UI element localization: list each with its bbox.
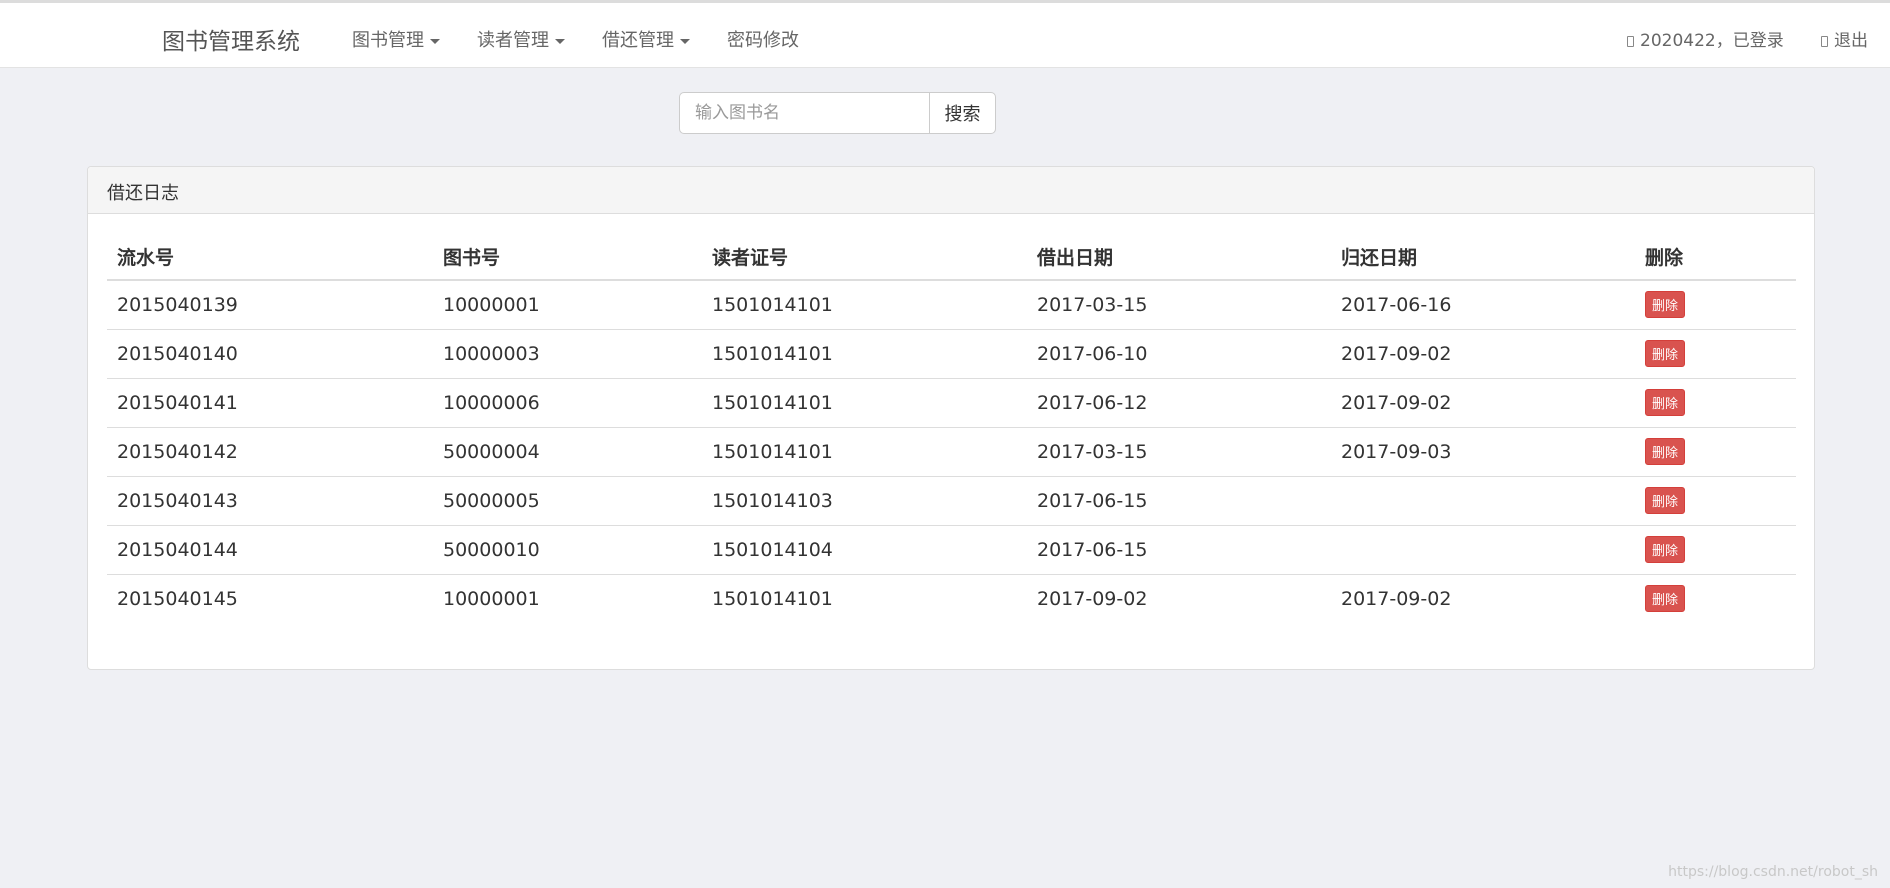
cell-reader-id: 1501014101 xyxy=(702,378,1027,428)
cell-serial: 2015040142 xyxy=(107,427,433,477)
logout-link[interactable]: 退出 xyxy=(1821,26,1868,51)
col-book-id: 图书号 xyxy=(433,234,702,281)
table-row: 2015040139 10000001 1501014101 2017-03-1… xyxy=(107,280,1796,330)
cell-delete: 删除 xyxy=(1635,476,1796,526)
cell-book-id: 10000003 xyxy=(433,329,702,379)
search-input[interactable] xyxy=(679,92,929,134)
cell-delete: 删除 xyxy=(1635,574,1796,623)
table-row: 2015040141 10000006 1501014101 2017-06-1… xyxy=(107,378,1796,428)
nav-reader-management-label: 读者管理 xyxy=(477,30,549,51)
search-button[interactable]: 搜索 xyxy=(929,92,996,134)
cell-serial: 2015040145 xyxy=(117,587,238,610)
lend-log-table-wrap: 流水号 图书号 读者证号 借出日期 归还日期 删除 2015040139 100… xyxy=(107,234,1796,623)
cell-lend-date: 2017-06-12 xyxy=(1027,378,1331,428)
cell-delete: 删除 xyxy=(1635,427,1796,477)
cell-return-date: 2017-09-02 xyxy=(1341,587,1452,610)
cell-serial: 2015040139 xyxy=(107,280,433,330)
cell-delete: 删除 xyxy=(1635,329,1796,379)
lend-log-table: 流水号 图书号 读者证号 借出日期 归还日期 删除 2015040139 100… xyxy=(107,234,1796,623)
caret-down-icon xyxy=(430,38,440,44)
user-icon xyxy=(1627,36,1634,47)
cell-reader-id: 1501014101 xyxy=(702,427,1027,477)
delete-button[interactable]: 删除 xyxy=(1645,340,1686,367)
cell-serial: 2015040144 xyxy=(107,525,433,575)
cell-return-date: 2017-09-02 xyxy=(1331,329,1635,379)
col-return-date: 归还日期 xyxy=(1331,234,1635,281)
nav-change-password-label: 密码修改 xyxy=(727,30,799,51)
cell-lend-date: 2017-03-15 xyxy=(1027,280,1331,330)
caret-down-icon xyxy=(555,38,565,44)
delete-button[interactable]: 删除 xyxy=(1645,389,1686,416)
cell-delete: 删除 xyxy=(1635,525,1796,575)
col-reader-id: 读者证号 xyxy=(702,234,1027,281)
col-lend-date: 借出日期 xyxy=(1027,234,1331,281)
nav-book-management-label: 图书管理 xyxy=(352,30,424,51)
table-row: 2015040140 10000003 1501014101 2017-06-1… xyxy=(107,329,1796,379)
caret-down-icon xyxy=(680,38,690,44)
delete-button[interactable]: 删除 xyxy=(1645,585,1686,613)
cell-reader-id: 1501014101 xyxy=(702,280,1027,330)
user-status[interactable]: 2020422，已登录 xyxy=(1627,26,1784,51)
cell-lend-date: 2017-06-10 xyxy=(1027,329,1331,379)
user-status-label: 2020422，已登录 xyxy=(1640,31,1784,51)
cell-book-id: 50000010 xyxy=(433,525,702,575)
delete-button[interactable]: 删除 xyxy=(1645,536,1686,563)
delete-button[interactable]: 删除 xyxy=(1645,487,1686,514)
nav-reader-management[interactable]: 读者管理 xyxy=(477,26,565,52)
table-header-row: 流水号 图书号 读者证号 借出日期 归还日期 删除 xyxy=(107,234,1796,281)
cell-serial: 2015040143 xyxy=(107,476,433,526)
search-bar: 搜索 xyxy=(679,92,996,134)
lend-log-panel: 借还日志 流水号 图书号 读者证号 借出日期 归还日期 删除 201504013… xyxy=(87,166,1815,670)
cell-reader-id: 1501014101 xyxy=(712,587,833,610)
delete-button[interactable]: 删除 xyxy=(1645,438,1686,465)
cell-lend-date: 2017-06-15 xyxy=(1027,476,1331,526)
cell-delete: 删除 xyxy=(1635,280,1796,330)
nav-change-password[interactable]: 密码修改 xyxy=(727,26,799,52)
cell-return-date: 2017-09-03 xyxy=(1331,427,1635,477)
cell-return-date: 2017-09-02 xyxy=(1331,378,1635,428)
cell-return-date xyxy=(1331,476,1635,526)
cell-serial: 2015040140 xyxy=(107,329,433,379)
cell-book-id: 50000004 xyxy=(433,427,702,477)
cell-return-date xyxy=(1331,525,1635,575)
cell-reader-id: 1501014101 xyxy=(702,329,1027,379)
cell-lend-date: 2017-03-15 xyxy=(1027,427,1331,477)
cell-reader-id: 1501014104 xyxy=(702,525,1027,575)
cell-lend-date: 2017-09-02 xyxy=(1037,587,1148,610)
cell-serial: 2015040141 xyxy=(107,378,433,428)
delete-button[interactable]: 删除 xyxy=(1645,291,1686,319)
brand[interactable]: 图书管理系统 xyxy=(162,22,300,56)
cell-book-id: 50000005 xyxy=(433,476,702,526)
cell-lend-date: 2017-06-15 xyxy=(1027,525,1331,575)
table-row: 2015040143 50000005 1501014103 2017-06-1… xyxy=(107,476,1796,526)
cell-book-id: 10000001 xyxy=(433,280,702,330)
nav-lend-return-management-label: 借还管理 xyxy=(602,30,674,51)
col-delete: 删除 xyxy=(1635,234,1796,281)
panel-title: 借还日志 xyxy=(88,167,1814,214)
cell-reader-id: 1501014103 xyxy=(702,476,1027,526)
table-row: 2015040144 50000010 1501014104 2017-06-1… xyxy=(107,525,1796,575)
nav-lend-return-management[interactable]: 借还管理 xyxy=(602,26,690,52)
col-serial: 流水号 xyxy=(107,234,433,281)
cell-book-id: 10000001 xyxy=(443,587,540,610)
cell-delete: 删除 xyxy=(1635,378,1796,428)
cell-return-date: 2017-06-16 xyxy=(1331,280,1635,330)
watermark: https://blog.csdn.net/robot_sh xyxy=(1668,864,1878,880)
cell-book-id: 10000006 xyxy=(433,378,702,428)
logout-label: 退出 xyxy=(1834,31,1868,51)
table-row: 2015040142 50000004 1501014101 2017-03-1… xyxy=(107,427,1796,477)
navbar: 图书管理系统 图书管理 读者管理 借还管理 密码修改 2020422，已登录 退… xyxy=(0,3,1890,68)
logout-icon xyxy=(1821,36,1828,47)
table-row: 2015040145 10000001 1501014101 2017-09-0… xyxy=(107,574,1796,623)
nav-book-management[interactable]: 图书管理 xyxy=(352,26,440,52)
